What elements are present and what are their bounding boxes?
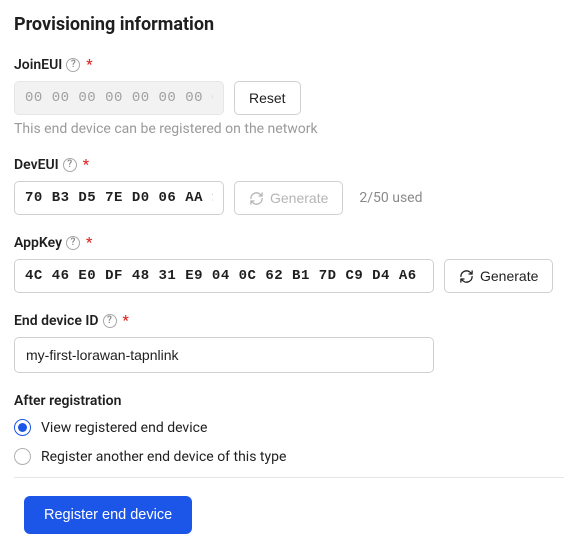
reset-button[interactable]: Reset bbox=[234, 81, 301, 115]
deveui-usage: 2/50 used bbox=[359, 190, 422, 206]
register-end-device-button[interactable]: Register end device bbox=[24, 496, 192, 534]
joineui-input bbox=[14, 81, 224, 115]
required-asterisk: * bbox=[123, 313, 129, 329]
help-icon[interactable]: ? bbox=[66, 236, 80, 250]
field-deveui: DevEUI ? * Generate 2/50 used bbox=[14, 157, 564, 215]
radio-another-label: Register another end device of this type bbox=[41, 449, 286, 465]
joineui-label: JoinEUI bbox=[14, 57, 62, 73]
deveui-input[interactable] bbox=[14, 181, 224, 215]
field-joineui: JoinEUI ? * Reset This end device can be… bbox=[14, 57, 564, 137]
refresh-icon bbox=[249, 191, 264, 206]
radio-view-device[interactable]: View registered end device bbox=[14, 419, 564, 436]
page-title: Provisioning information bbox=[14, 14, 564, 35]
help-icon[interactable]: ? bbox=[103, 314, 117, 328]
radio-register-another[interactable]: Register another end device of this type bbox=[14, 448, 564, 465]
required-asterisk: * bbox=[86, 235, 92, 251]
field-appkey: AppKey ? * Generate bbox=[14, 235, 564, 293]
help-icon[interactable]: ? bbox=[63, 158, 77, 172]
divider bbox=[14, 477, 564, 478]
radio-view-label: View registered end device bbox=[41, 420, 207, 436]
radio-icon bbox=[14, 448, 31, 465]
generate-deveui-label: Generate bbox=[270, 190, 328, 206]
deveui-label-row: DevEUI ? * bbox=[14, 157, 564, 173]
field-device-id: End device ID ? * bbox=[14, 313, 564, 373]
after-registration-label: After registration bbox=[14, 393, 564, 409]
required-asterisk: * bbox=[83, 157, 89, 173]
device-id-input[interactable] bbox=[14, 337, 434, 373]
required-asterisk: * bbox=[86, 57, 92, 73]
generate-deveui-button: Generate bbox=[234, 181, 343, 215]
radio-icon bbox=[14, 419, 31, 436]
device-id-label-row: End device ID ? * bbox=[14, 313, 564, 329]
generate-appkey-label: Generate bbox=[480, 268, 538, 284]
help-icon[interactable]: ? bbox=[66, 58, 80, 72]
device-id-label: End device ID bbox=[14, 313, 99, 329]
appkey-label: AppKey bbox=[14, 235, 62, 251]
refresh-icon bbox=[459, 269, 474, 284]
appkey-label-row: AppKey ? * bbox=[14, 235, 564, 251]
joineui-label-row: JoinEUI ? * bbox=[14, 57, 564, 73]
deveui-label: DevEUI bbox=[14, 157, 59, 173]
appkey-input[interactable] bbox=[14, 259, 434, 293]
generate-appkey-button[interactable]: Generate bbox=[444, 259, 553, 293]
joineui-hint: This end device can be registered on the… bbox=[14, 121, 564, 137]
